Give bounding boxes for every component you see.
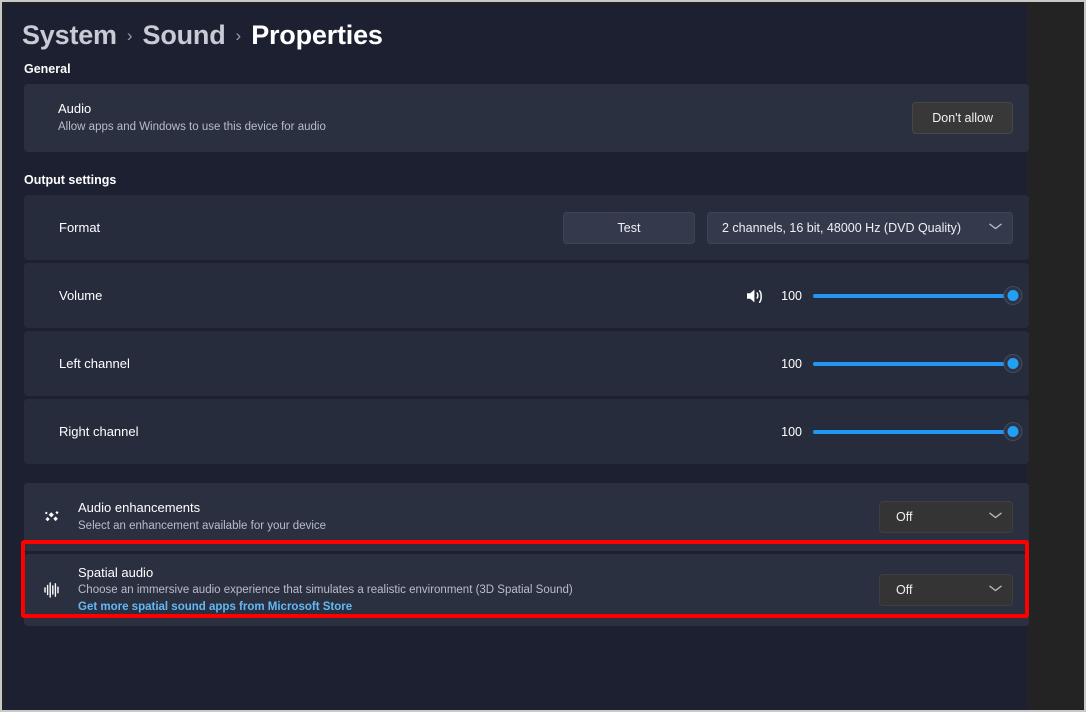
test-button[interactable]: Test — [563, 211, 695, 244]
chevron-down-icon — [989, 223, 1003, 233]
section-title-general: General — [24, 62, 71, 76]
waveform-icon — [40, 578, 64, 602]
spatial-audio-dropdown[interactable]: Off — [879, 574, 1013, 606]
spatial-audio-title: Spatial audio — [78, 565, 154, 581]
spatial-audio-row[interactable]: Spatial audio Choose an immersive audio … — [24, 554, 1029, 626]
volume-slider-thumb[interactable] — [1003, 286, 1023, 305]
left-channel-label: Left channel — [59, 356, 130, 371]
audio-enhancements-value: Off — [896, 510, 913, 524]
breadcrumb-item-properties: Properties — [251, 20, 383, 50]
chevron-down-icon — [989, 585, 1003, 595]
spatial-audio-text-group: Spatial audio Choose an immersive audio … — [24, 565, 879, 614]
audio-enhancements-dropdown[interactable]: Off — [879, 501, 1013, 533]
spatial-audio-controls: Off — [879, 574, 1029, 606]
spatial-audio-store-link[interactable]: Get more spatial sound apps from Microso… — [78, 599, 573, 615]
format-dropdown-value: 2 channels, 16 bit, 48000 Hz (DVD Qualit… — [722, 220, 962, 235]
spatial-audio-value: Off — [896, 583, 913, 597]
chevron-down-icon — [989, 512, 1003, 522]
right-gutter — [1027, 4, 1084, 710]
volume-slider[interactable] — [813, 286, 1023, 305]
breadcrumb: System › Sound › Properties — [4, 4, 1027, 62]
volume-label: Volume — [59, 288, 103, 303]
audio-enhancements-subtitle: Select an enhancement available for your… — [78, 519, 327, 532]
spatial-audio-subtitle: Choose an immersive audio experience tha… — [78, 583, 573, 596]
left-channel-slider-fill — [813, 361, 1013, 366]
audio-card-text-group: Audio Allow apps and Windows to use this… — [24, 101, 912, 134]
settings-page: System › Sound › Properties General Audi… — [4, 4, 1029, 710]
audio-enhancements-text-group: Audio enhancements Select an enhancement… — [24, 500, 879, 533]
audio-card-actions: Don't allow — [912, 102, 1029, 134]
format-label: Format — [59, 220, 101, 235]
volume-value: 100 — [781, 288, 802, 303]
chevron-right-icon: › — [235, 26, 242, 45]
screenshot-frame: System › Sound › Properties General Audi… — [0, 0, 1086, 712]
right-channel-label: Right channel — [59, 424, 139, 439]
left-channel-slider-thumb[interactable] — [1003, 354, 1023, 373]
section-title-output-settings: Output settings — [24, 173, 117, 187]
left-channel-slider-group: 100 — [777, 354, 1023, 373]
breadcrumb-item-sound[interactable]: Sound — [143, 20, 226, 51]
right-channel-value: 100 — [781, 424, 802, 439]
audio-enhancements-controls: Off — [879, 501, 1029, 533]
format-dropdown[interactable]: 2 channels, 16 bit, 48000 Hz (DVD Qualit… — [707, 211, 1013, 244]
right-channel-row: Right channel 100 — [24, 399, 1029, 464]
right-channel-slider-thumb[interactable] — [1003, 422, 1023, 441]
chevron-right-icon: › — [126, 26, 133, 45]
audio-card: Audio Allow apps and Windows to use this… — [24, 84, 1029, 152]
audio-subtitle: Allow apps and Windows to use this devic… — [58, 120, 326, 133]
audio-enhancements-row[interactable]: Audio enhancements Select an enhancement… — [24, 483, 1029, 551]
format-row: Format Test 2 channels, 16 bit, 48000 Hz… — [24, 195, 1029, 260]
format-label-group: Format — [24, 220, 563, 235]
left-channel-label-group: Left channel — [24, 356, 777, 371]
volume-slider-fill — [813, 293, 1013, 298]
left-channel-controls: 100 — [777, 354, 1029, 373]
right-channel-controls: 100 — [777, 422, 1029, 441]
audio-enhancements-title: Audio enhancements — [78, 500, 201, 516]
breadcrumb-item-system[interactable]: System — [22, 20, 117, 51]
right-channel-label-group: Right channel — [24, 424, 777, 439]
sparkle-diamonds-icon — [40, 505, 64, 529]
speaker-wave-icon — [745, 287, 765, 305]
right-channel-slider[interactable] — [813, 422, 1023, 441]
right-channel-slider-fill — [813, 429, 1013, 434]
volume-label-group: Volume — [24, 288, 745, 303]
volume-row: Volume 100 — [24, 263, 1029, 328]
dont-allow-button[interactable]: Don't allow — [912, 102, 1013, 134]
audio-title: Audio — [58, 101, 92, 117]
volume-slider-group: 100 — [777, 286, 1023, 305]
left-channel-slider[interactable] — [813, 354, 1023, 373]
format-controls: Test 2 channels, 16 bit, 48000 Hz (DVD Q… — [563, 211, 1029, 244]
right-channel-slider-group: 100 — [777, 422, 1023, 441]
left-channel-value: 100 — [781, 356, 802, 371]
volume-controls: 100 — [745, 286, 1029, 305]
left-channel-row: Left channel 100 — [24, 331, 1029, 396]
